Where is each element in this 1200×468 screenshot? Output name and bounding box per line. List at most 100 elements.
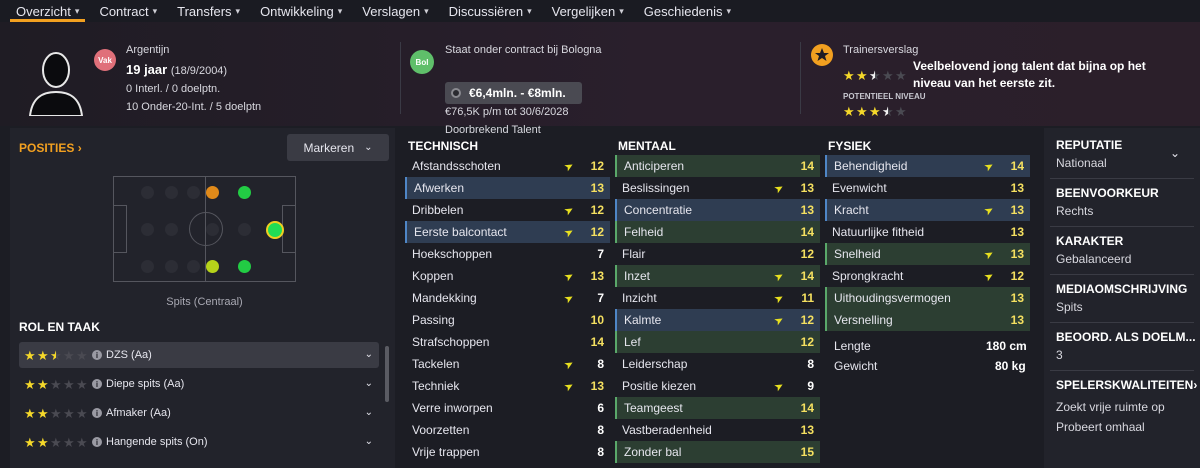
role-row[interactable]: ★★★★★ i DZS (Aa) ⌄: [19, 342, 379, 368]
attribute-row[interactable]: Zonder bal 15: [615, 441, 820, 463]
header-divider: [800, 42, 801, 114]
attribute-name: Natuurlijke fitheid: [832, 225, 925, 239]
mark-button[interactable]: Markeren ⌄: [287, 134, 389, 161]
position-dot-aml[interactable]: [206, 186, 219, 199]
star-full-icon: ★: [37, 376, 49, 392]
position-dot[interactable]: [165, 260, 178, 273]
positions-title[interactable]: POSITIES ›: [19, 141, 82, 155]
position-dot[interactable]: [206, 223, 219, 236]
attribute-row[interactable]: Felheid 14: [615, 221, 820, 243]
attribute-value: 13: [590, 269, 604, 283]
tab-discussieren[interactable]: Discussiëren ▾: [439, 0, 542, 22]
attribute-value: 7: [597, 291, 604, 305]
foot-section: BEENVOORKEUR Rechts: [1056, 186, 1159, 218]
attribute-row[interactable]: Versnelling 13: [825, 309, 1030, 331]
tab-transfers[interactable]: Transfers ▾: [167, 0, 250, 22]
position-dot[interactable]: [187, 260, 200, 273]
chevron-down-icon[interactable]: ⌄: [365, 436, 373, 447]
role-row[interactable]: ★ ★ ★ ★ ★ i Afmaker (Aa) ⌄: [19, 400, 379, 426]
star-half-icon: ★: [50, 349, 62, 362]
attribute-row[interactable]: Lef 12: [615, 331, 820, 353]
attribute-row[interactable]: Dribbelen ➤ 12: [405, 199, 610, 221]
attribute-row[interactable]: Vrije trappen 8: [405, 441, 610, 463]
attribute-row[interactable]: Inzicht ➤ 11: [615, 287, 820, 309]
arrow-spacer: [983, 229, 995, 236]
position-dot[interactable]: [238, 223, 251, 236]
role-row[interactable]: ★ ★ ★ ★ ★ i Diepe spits (Aa) ⌄: [19, 371, 379, 397]
position-dot[interactable]: [165, 186, 178, 199]
role-stars: ★ ★ ★ ★ ★: [24, 436, 92, 449]
physical-rows: Behendigheid ➤ 14 Evenwicht 13 Kracht ➤ 13 Natuu…: [825, 155, 1030, 331]
chevron-down-icon[interactable]: ⌄: [365, 407, 373, 418]
chevron-down-icon[interactable]: ⌄: [365, 378, 373, 389]
position-dot[interactable]: [165, 223, 178, 236]
character-value: Gebalanceerd: [1056, 252, 1132, 266]
chevron-down-icon: ▾: [619, 5, 624, 16]
attribute-row[interactable]: Eerste balcontact ➤ 12: [405, 221, 610, 243]
attribute-row[interactable]: Inzet ➤ 14: [615, 265, 820, 287]
attribute-row[interactable]: Voorzetten 8: [405, 419, 610, 441]
club-badge[interactable]: Bol: [410, 50, 434, 74]
attribute-row[interactable]: Natuurlijke fitheid 13: [825, 221, 1030, 243]
attribute-row[interactable]: Afwerken 13: [405, 177, 610, 199]
traits-section[interactable]: SPELERSKWALITEITEN› Zoekt vrije ruimte o…: [1056, 378, 1197, 434]
attribute-value: 13: [590, 379, 604, 393]
attribute-row[interactable]: Snelheid ➤ 13: [825, 243, 1030, 265]
attribute-row[interactable]: Kracht ➤ 13: [825, 199, 1030, 221]
attribute-row[interactable]: Afstandsschoten ➤ 12: [405, 155, 610, 177]
attribute-row[interactable]: Vastberadenheid 13: [615, 419, 820, 441]
weight-row: Gewicht 80 kg: [834, 359, 1026, 373]
tab-overzicht[interactable]: Overzicht ▾: [6, 0, 89, 22]
attribute-row[interactable]: Teamgeest 14: [615, 397, 820, 419]
attribute-row[interactable]: Anticiperen 14: [615, 155, 820, 177]
attribute-row[interactable]: Hoekschoppen 7: [405, 243, 610, 265]
attribute-row[interactable]: Mandekking ➤ 7: [405, 287, 610, 309]
attribute-row[interactable]: Kalmte ➤ 12: [615, 309, 820, 331]
position-dot[interactable]: [187, 186, 200, 199]
attribute-row[interactable]: Behendigheid ➤ 14: [825, 155, 1030, 177]
position-dot[interactable]: [141, 260, 154, 273]
attribute-row[interactable]: Beslissingen ➤ 13: [615, 177, 820, 199]
attribute-value: 13: [800, 203, 814, 217]
position-dot[interactable]: [141, 186, 154, 199]
attribute-row[interactable]: Techniek ➤ 13: [405, 375, 610, 397]
attribute-row[interactable]: Uithoudingsvermogen 13: [825, 287, 1030, 309]
position-dot-st-right[interactable]: [238, 260, 251, 273]
tab-geschiedenis[interactable]: Geschiedenis ▾: [634, 0, 741, 22]
tab-vergelijken[interactable]: Vergelijken ▾: [542, 0, 634, 22]
position-dot-st-centre-selected[interactable]: [266, 221, 284, 239]
info-icon[interactable]: i: [92, 437, 102, 447]
arrow-spacer: [563, 427, 575, 434]
chevron-down-icon[interactable]: ⌄: [365, 349, 373, 360]
nationality-badge[interactable]: Vak: [94, 49, 116, 71]
role-label: Hangende spits (On): [106, 436, 208, 448]
chevron-down-icon: ▾: [152, 5, 158, 16]
attribute-row[interactable]: Koppen ➤ 13: [405, 265, 610, 287]
reputation-section[interactable]: REPUTATIE Nationaal: [1056, 138, 1122, 170]
role-row[interactable]: ★ ★ ★ ★ ★ i Hangende spits (On) ⌄: [19, 429, 379, 455]
chevron-down-icon[interactable]: ⌄: [1170, 146, 1180, 160]
divider: [1050, 370, 1194, 371]
attribute-row[interactable]: Flair 12: [615, 243, 820, 265]
position-dot-st-left[interactable]: [238, 186, 251, 199]
attribute-row[interactable]: Leiderschap 8: [615, 353, 820, 375]
tab-ontwikkeling[interactable]: Ontwikkeling ▾: [250, 0, 352, 22]
attribute-row[interactable]: Passing 10: [405, 309, 610, 331]
tab-contract[interactable]: Contract ▾: [89, 0, 167, 22]
info-icon[interactable]: i: [92, 350, 102, 360]
attribute-row[interactable]: Concentratie 13: [615, 199, 820, 221]
position-dot-amr[interactable]: [206, 260, 219, 273]
attribute-row[interactable]: Tackelen ➤ 8: [405, 353, 610, 375]
attribute-row[interactable]: Verre inworpen 6: [405, 397, 610, 419]
attribute-row[interactable]: Sprongkracht ➤ 12: [825, 265, 1030, 287]
attribute-value: 13: [1010, 203, 1024, 217]
info-icon[interactable]: i: [92, 408, 102, 418]
attribute-row[interactable]: Evenwicht 13: [825, 177, 1030, 199]
roles-scrollbar[interactable]: [385, 346, 389, 402]
tab-verslagen[interactable]: Verslagen ▾: [352, 0, 438, 22]
attribute-row[interactable]: Positie kiezen ➤ 9: [615, 375, 820, 397]
info-icon[interactable]: i: [92, 379, 102, 389]
attribute-row[interactable]: Strafschoppen 14: [405, 331, 610, 353]
attribute-name: Passing: [412, 313, 455, 327]
position-dot[interactable]: [141, 223, 154, 236]
